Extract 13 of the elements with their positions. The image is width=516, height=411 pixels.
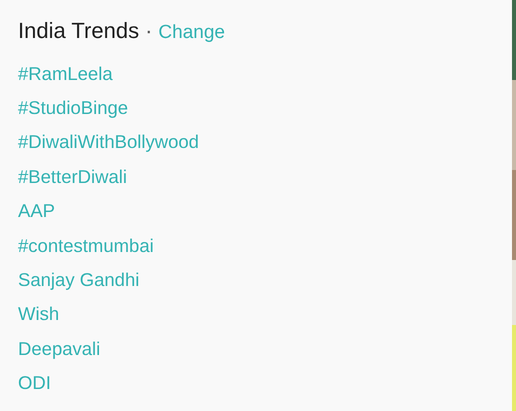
trend-link[interactable]: Wish — [18, 297, 60, 332]
trend-link[interactable]: #StudioBinge — [18, 90, 128, 126]
trend-link[interactable]: AAP — [18, 194, 56, 229]
change-link[interactable]: Change — [158, 19, 225, 48]
trend-link[interactable]: #RamLeela — [18, 56, 113, 91]
trend-link[interactable]: ODI — [18, 366, 51, 401]
trend-link[interactable]: #DiwaliWithBollywood — [18, 125, 199, 160]
trend-link[interactable]: #contestmumbai — [18, 228, 154, 263]
separator-dot: · — [145, 17, 152, 45]
trend-link[interactable]: Deepavali — [18, 332, 100, 366]
trend-link[interactable]: Sanjay Gandhi — [18, 262, 140, 298]
panel-title: India Trends — [18, 17, 140, 45]
trend-link[interactable]: #BetterDiwali — [18, 160, 127, 194]
